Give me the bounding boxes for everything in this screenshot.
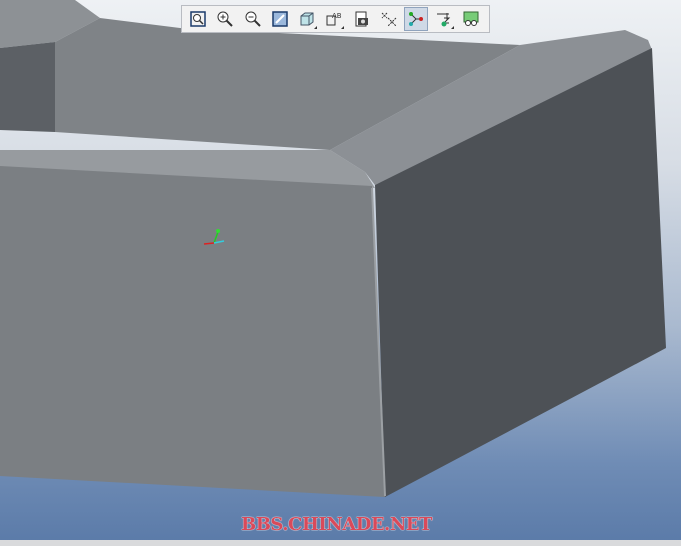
annotation-display-button[interactable]: AB bbox=[322, 7, 346, 31]
spin-center-button[interactable] bbox=[404, 7, 429, 31]
spin-center-icon bbox=[409, 12, 424, 26]
zoom-out-icon bbox=[245, 11, 261, 27]
svg-text:AB: AB bbox=[332, 12, 342, 20]
repaint-button[interactable] bbox=[268, 7, 292, 31]
saved-views-button[interactable] bbox=[350, 7, 374, 31]
view-toolbar: AB bbox=[181, 5, 490, 33]
datum-display-icon bbox=[381, 12, 397, 27]
zoom-in-icon bbox=[217, 11, 234, 27]
status-strip bbox=[0, 540, 681, 546]
refit-button[interactable] bbox=[186, 7, 210, 31]
view-manager-icon bbox=[463, 11, 479, 26]
left-inner-wall bbox=[0, 42, 55, 132]
saved-views-icon bbox=[355, 11, 368, 27]
refit-icon bbox=[190, 11, 206, 27]
zoom-out-button[interactable] bbox=[241, 7, 265, 31]
zoom-in-button[interactable] bbox=[213, 7, 237, 31]
repaint-icon bbox=[272, 11, 288, 27]
3d-model-viewport[interactable] bbox=[0, 0, 681, 546]
view-manager-button[interactable] bbox=[459, 7, 483, 31]
display-style-button[interactable] bbox=[295, 7, 319, 31]
watermark: BBS.CHINADE.NET bbox=[241, 514, 432, 535]
front-face bbox=[0, 166, 385, 497]
datum-display-button[interactable] bbox=[377, 7, 401, 31]
datum-planes-button[interactable] bbox=[432, 7, 456, 31]
